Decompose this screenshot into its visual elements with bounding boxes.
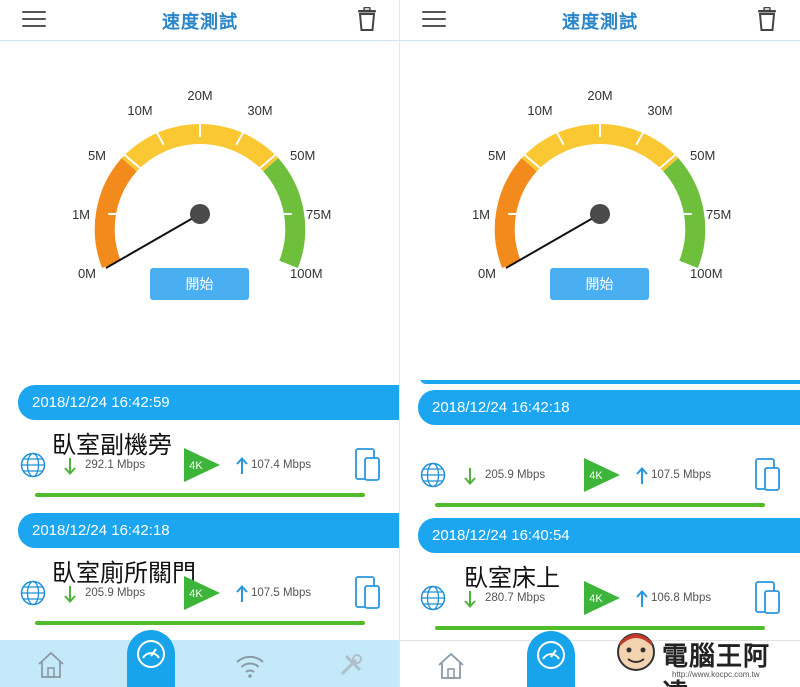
speed-gauge: 0M 1M 5M 10M 20M 30M 50M 75M 100M 開始 — [400, 40, 800, 380]
left-screen: 速度測試 0M 1M 5M 10M 20M 30M 50M 75M 100M 開… — [0, 0, 400, 687]
results-list: 2018/12/24 16:42:18 205.9 Mbps 4K 107.5 … — [400, 380, 800, 640]
page-title: 速度測試 — [162, 12, 238, 32]
wifi-icon[interactable] — [235, 650, 265, 680]
upload-speed: 107.5 Mbps — [651, 469, 712, 481]
result-location: 臥室廁所關門 — [52, 560, 196, 587]
devices-icon — [355, 448, 380, 481]
start-button[interactable]: 開始 — [150, 268, 249, 300]
tick-label: 10M — [127, 103, 152, 118]
trash-icon[interactable] — [756, 7, 778, 31]
globe-icon — [420, 462, 446, 488]
tools-icon[interactable] — [336, 650, 366, 680]
tick-label: 20M — [587, 88, 612, 103]
devices-icon — [355, 576, 380, 609]
app-header: 速度測試 — [400, 0, 800, 41]
4k-badge-icon: 4K — [184, 576, 220, 610]
globe-icon — [420, 585, 446, 611]
tick-label: 30M — [647, 103, 672, 118]
speedometer-icon — [137, 640, 165, 668]
download-arrow-icon — [464, 591, 476, 608]
result-bar — [35, 493, 365, 497]
gauge-hub — [190, 204, 210, 224]
watermark-text: 電腦王阿達 — [662, 641, 771, 687]
result-date: 2018/12/24 16:42:18 — [18, 513, 399, 548]
gauge-needle — [105, 213, 201, 269]
result-card[interactable]: 2018/12/24 16:40:54 臥室床上 280.7 Mbps 4K 1… — [400, 518, 800, 640]
4k-badge-icon: 4K — [184, 448, 220, 482]
tick-label: 75M — [706, 207, 731, 222]
4k-badge-icon: 4K — [584, 458, 620, 492]
tick-label: 30M — [247, 103, 272, 118]
gauge-needle — [505, 213, 601, 269]
upload-speed: 106.8 Mbps — [651, 592, 712, 604]
tick-label: 20M — [187, 88, 212, 103]
speedometer-icon — [537, 641, 565, 669]
tick-label: 0M — [78, 266, 96, 281]
svg-text:4K: 4K — [189, 460, 203, 472]
page-title: 速度測試 — [562, 12, 638, 32]
4k-badge-icon: 4K — [584, 581, 620, 615]
upload-speed: 107.4 Mbps — [251, 459, 312, 471]
tick-label: 1M — [72, 207, 90, 222]
tick-label: 10M — [527, 103, 552, 118]
svg-text:4K: 4K — [589, 470, 603, 482]
start-button[interactable]: 開始 — [550, 268, 649, 300]
speed-gauge: 0M 1M 5M 10M 20M 30M 50M 75M 100M 開始 — [0, 40, 399, 380]
result-location: 臥室床上 — [464, 565, 560, 592]
gauge-hub — [590, 204, 610, 224]
trash-icon[interactable] — [356, 7, 378, 31]
devices-icon — [755, 581, 780, 614]
speedtest-tab[interactable] — [527, 631, 575, 687]
tick-label: 50M — [290, 148, 315, 163]
tick-label: 5M — [88, 148, 106, 163]
speedtest-tab[interactable] — [127, 630, 175, 687]
tick-label: 50M — [690, 148, 715, 163]
upload-arrow-icon — [636, 590, 648, 607]
results-list: 2018/12/24 16:42:59 臥室副機旁 292.1 Mbps 4K — [0, 380, 399, 640]
watermark-url: http://www.kocpc.com.tw — [672, 670, 760, 679]
devices-icon — [755, 458, 780, 491]
right-screen: 速度測試 0M 1M 5M 10M 20M 30M 50M 75M 100M 開… — [400, 0, 800, 687]
upload-arrow-icon — [636, 467, 648, 484]
globe-icon — [20, 580, 46, 606]
upload-arrow-icon — [236, 585, 248, 602]
svg-text:4K: 4K — [589, 593, 603, 605]
download-speed: 292.1 Mbps — [85, 459, 146, 471]
download-speed: 205.9 Mbps — [85, 587, 146, 599]
download-speed: 280.7 Mbps — [485, 592, 546, 604]
bottom-nav — [0, 630, 399, 687]
download-speed: 205.9 Mbps — [485, 469, 546, 481]
svg-text:4K: 4K — [189, 588, 203, 600]
previous-card-edge — [420, 380, 800, 384]
download-arrow-icon — [64, 458, 76, 475]
tick-label: 1M — [472, 207, 490, 222]
tick-label: 100M — [290, 266, 323, 281]
result-date: 2018/12/24 16:42:18 — [418, 390, 800, 425]
result-card[interactable]: 2018/12/24 16:42:18 205.9 Mbps 4K 107.5 … — [400, 390, 800, 515]
tick-label: 100M — [690, 266, 723, 281]
mascot-icon — [617, 633, 655, 671]
result-bar — [35, 621, 365, 625]
result-card[interactable]: 2018/12/24 16:42:59 臥室副機旁 292.1 Mbps 4K — [0, 385, 399, 510]
app-header: 速度測試 — [0, 0, 399, 41]
home-icon[interactable] — [36, 650, 66, 680]
upload-arrow-icon — [236, 457, 248, 474]
result-date: 2018/12/24 16:40:54 — [418, 518, 800, 553]
watermark-logo: 電腦王阿達 http://www.kocpc.com.tw — [612, 628, 792, 687]
upload-speed: 107.5 Mbps — [251, 587, 312, 599]
globe-icon — [20, 452, 46, 478]
tick-label: 5M — [488, 148, 506, 163]
result-bar — [435, 503, 765, 507]
download-arrow-icon — [64, 586, 76, 603]
tick-label: 75M — [306, 207, 331, 222]
home-icon[interactable] — [436, 651, 466, 681]
download-arrow-icon — [464, 468, 476, 485]
result-date: 2018/12/24 16:42:59 — [18, 385, 399, 420]
tick-label: 0M — [478, 266, 496, 281]
result-location: 臥室副機旁 — [52, 432, 172, 459]
result-card[interactable]: 2018/12/24 16:42:18 臥室廁所關門 205.9 Mbps 4K — [0, 513, 399, 638]
